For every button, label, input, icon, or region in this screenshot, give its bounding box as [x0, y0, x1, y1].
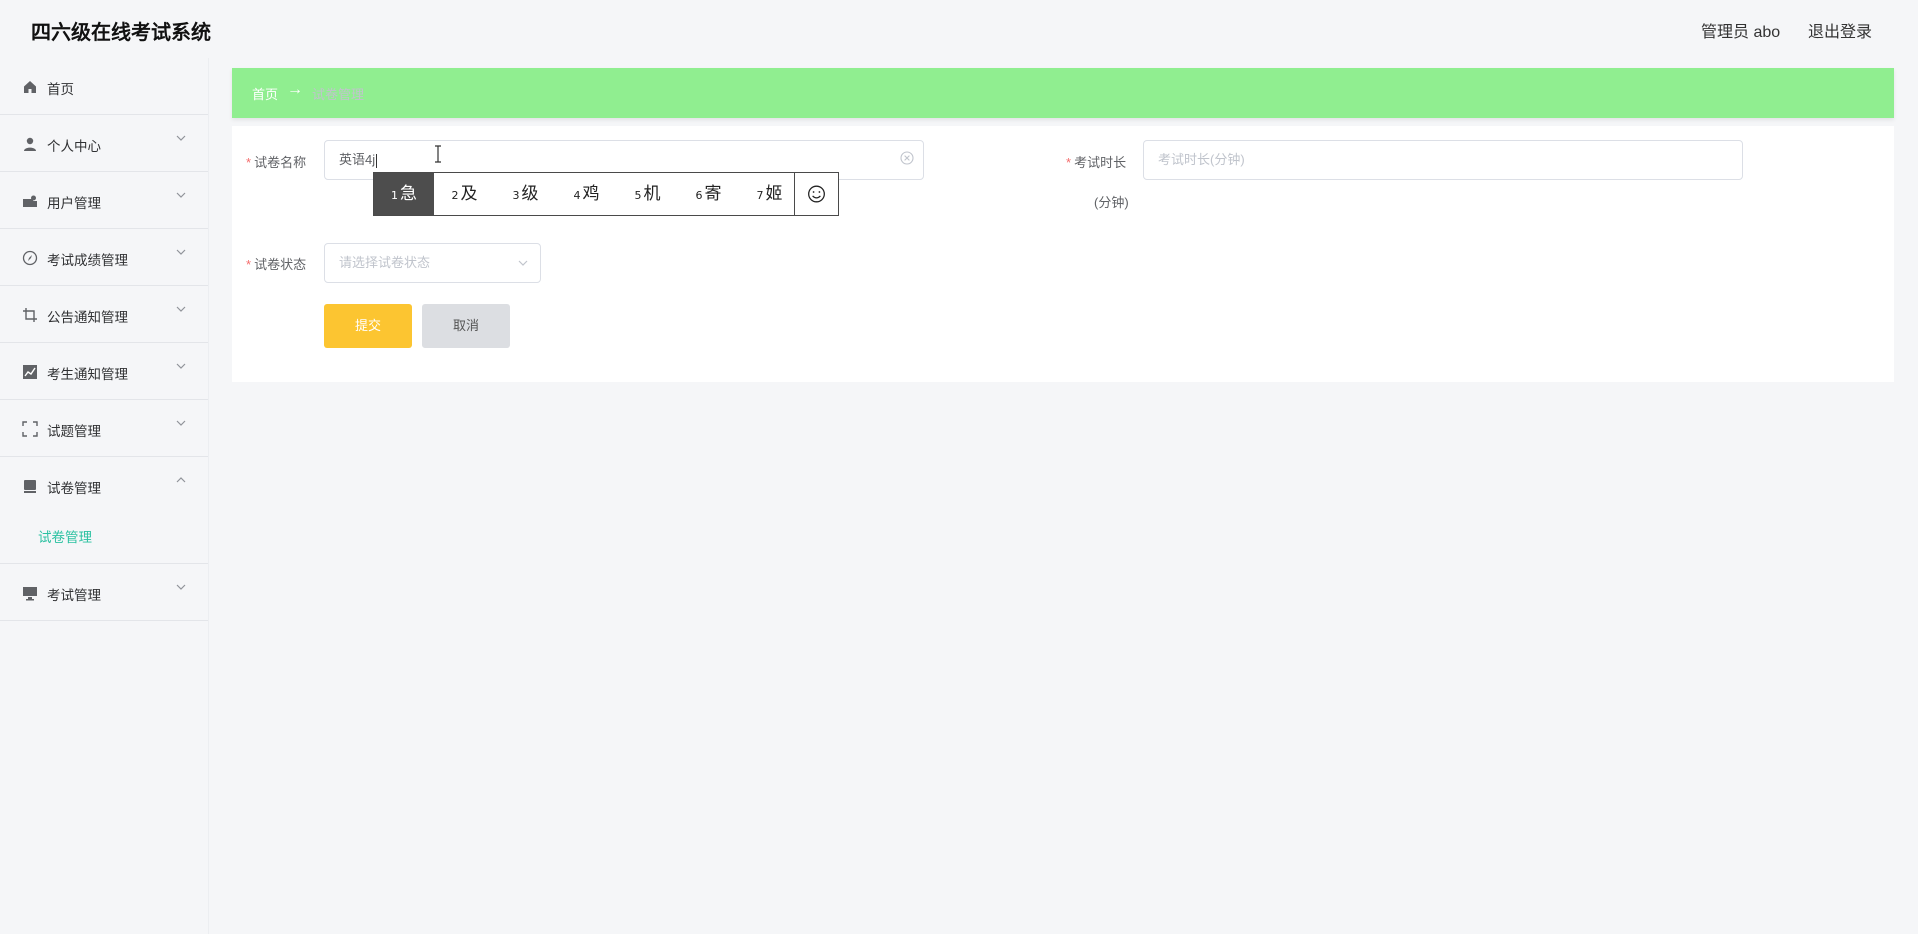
paper-form: * 试卷名称 英语4j * 考试时长 考试时长(分钟) (分钟) * 试卷状态 请选择… [232, 126, 1894, 382]
ime-candidate-popup: 1急 2及 3级 4鸡 5机 6寄 7姬 [373, 172, 839, 216]
chevron-up-icon [176, 477, 186, 483]
ime-candidate-text: 急 [400, 184, 417, 204]
user-icon [24, 137, 36, 151]
sidebar-item-label: 用户管理 [47, 196, 101, 211]
ime-candidate[interactable]: 5机 [617, 173, 678, 215]
fullscreen-icon [22, 421, 38, 437]
ime-candidate-number: 4 [573, 189, 581, 202]
sidebar-item-label: 公告通知管理 [47, 310, 128, 325]
sidebar-item-label: 考试管理 [47, 588, 101, 603]
required-mark: * [1066, 155, 1072, 170]
ime-candidate-number: 6 [695, 189, 703, 202]
compass-icon [22, 250, 38, 266]
ime-candidate[interactable]: 4鸡 [556, 173, 617, 215]
paper-status-label: * 试卷状态 [246, 254, 306, 273]
clear-icon[interactable] [900, 151, 914, 165]
duration-label: * 考试时长 [1066, 152, 1126, 171]
duration-label-text: 考试时长 [1074, 155, 1127, 170]
ime-candidate-text: 寄 [704, 184, 722, 204]
ime-candidate-number: 7 [756, 189, 764, 202]
chevron-down-icon [176, 249, 186, 255]
submenu-item-label: 试卷管理 [38, 530, 92, 545]
users-icon [23, 195, 37, 207]
sidebar-item-questions[interactable]: 试题管理 [0, 400, 208, 457]
ime-candidate-number: 3 [512, 189, 520, 202]
sidebar-item-profile[interactable]: 个人中心 [0, 115, 208, 172]
ime-candidate-text: 及 [460, 184, 478, 204]
chevron-down-icon [176, 420, 186, 426]
chevron-down-icon [176, 135, 186, 141]
sidebar-item-exams[interactable]: 考试管理 [0, 564, 208, 621]
ime-candidate-number: 2 [451, 189, 459, 202]
ime-candidate[interactable]: 3级 [495, 173, 556, 215]
ime-candidate[interactable]: 1急 [374, 173, 434, 215]
submit-button[interactable]: 提交 [324, 304, 412, 348]
duration-placeholder: 考试时长(分钟) [1158, 152, 1245, 167]
breadcrumb-arrow: → [287, 81, 303, 98]
sidebar-item-home[interactable]: 首页 [0, 58, 208, 115]
top-header: 四六级在线考试系统 管理员 abo 退出登录 [0, 0, 1918, 58]
logout-link[interactable]: 退出登录 [1808, 18, 1872, 42]
ime-candidate-text: 姬 [765, 184, 783, 204]
breadcrumb-current: 试卷管理 [312, 87, 365, 102]
ime-candidate[interactable]: 2及 [434, 173, 495, 215]
chart-icon [23, 365, 37, 379]
breadcrumb: 首页 → 试卷管理 [232, 68, 1894, 118]
emoji-icon[interactable] [794, 173, 838, 215]
app-title: 四六级在线考试系统 [31, 20, 211, 44]
duration-unit-label: (分钟) [1094, 195, 1129, 210]
paper-status-label-text: 试卷状态 [254, 257, 307, 272]
breadcrumb-home-link[interactable]: 首页 [252, 84, 278, 103]
sidebar-item-label: 试题管理 [47, 424, 101, 439]
sidebar-item-label: 考生通知管理 [47, 367, 128, 382]
duration-input[interactable]: 考试时长(分钟) [1143, 140, 1743, 180]
book-icon [24, 480, 36, 493]
text-caret [376, 153, 378, 168]
sidebar-item-papers[interactable]: 试卷管理 [0, 457, 208, 514]
paper-status-select[interactable]: 请选择试卷状态 [324, 243, 541, 283]
sidebar-item-announcements[interactable]: 公告通知管理 [0, 286, 208, 343]
ime-candidate[interactable]: 6寄 [678, 173, 739, 215]
sidebar-item-student-notices[interactable]: 考生通知管理 [0, 343, 208, 400]
ime-candidate-text: 级 [521, 184, 539, 204]
paper-name-label: * 试卷名称 [246, 152, 306, 171]
paper-status-placeholder: 请选择试卷状态 [339, 255, 431, 270]
chevron-down-icon [176, 584, 186, 590]
required-mark: * [246, 257, 252, 272]
chevron-down-icon [176, 363, 186, 369]
ime-candidate-number: 5 [634, 189, 642, 202]
chevron-down-icon [176, 192, 186, 198]
paper-name-value: 英语4j [339, 152, 376, 167]
ime-candidate-text: 鸡 [582, 184, 600, 204]
ime-candidate[interactable]: 7姬 [739, 173, 800, 215]
sidebar: 首页 个人中心 用户管理 考试成绩管理 公告通知管理 考生通知管理 试题管理 试… [0, 58, 208, 934]
sidebar-item-label: 首页 [47, 82, 74, 97]
current-user: 管理员 abo [1701, 24, 1781, 41]
sidebar-item-users[interactable]: 用户管理 [0, 172, 208, 229]
paper-name-label-text: 试卷名称 [254, 155, 307, 170]
monitor-icon [23, 587, 37, 601]
chevron-down-icon [176, 306, 186, 312]
sidebar-item-exam-scores[interactable]: 考试成绩管理 [0, 229, 208, 286]
home-icon [24, 81, 36, 93]
sidebar-item-label: 个人中心 [47, 139, 101, 154]
sidebar-item-label: 考试成绩管理 [47, 253, 128, 268]
chevron-down-icon [518, 260, 528, 266]
required-mark: * [246, 155, 252, 170]
sidebar-divider [208, 58, 209, 934]
ime-candidate-number: 1 [391, 189, 398, 202]
cancel-button[interactable]: 取消 [422, 304, 510, 348]
submenu-item-papers[interactable]: 试卷管理 [0, 514, 208, 564]
sidebar-item-label: 试卷管理 [47, 481, 101, 496]
crop-icon [23, 308, 37, 322]
ime-candidate-text: 机 [643, 184, 661, 204]
text-cursor-icon [435, 145, 441, 163]
